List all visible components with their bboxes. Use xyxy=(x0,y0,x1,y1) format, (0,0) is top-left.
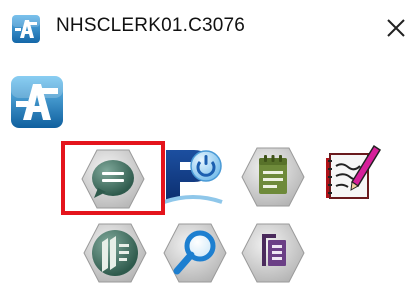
chat-tile[interactable] xyxy=(80,146,146,212)
notepad-icon xyxy=(241,147,305,207)
p-power-icon xyxy=(163,150,223,204)
page-stack-icon xyxy=(83,223,147,283)
document-stack-icon xyxy=(241,223,305,283)
chat-bubble-icon xyxy=(81,149,145,209)
close-icon xyxy=(387,19,405,37)
close-button[interactable] xyxy=(382,14,410,42)
window-title: NHSCLERK01.C3076 xyxy=(56,15,246,36)
notebook-pen-icon xyxy=(326,144,382,199)
title-bar: NHSCLERK01.C3076 xyxy=(0,0,414,56)
notepad-tile[interactable] xyxy=(240,144,306,210)
page-stack-tile[interactable] xyxy=(82,220,148,284)
launcher-window: NHSCLERK01.C3076 xyxy=(0,0,414,284)
app-a-icon xyxy=(11,14,41,44)
p-power-tile[interactable] xyxy=(160,142,226,208)
magnifier-icon xyxy=(163,223,227,283)
brand-a-logo xyxy=(9,74,65,130)
notebook-pen-tile[interactable] xyxy=(318,140,384,206)
search-tile[interactable] xyxy=(162,220,228,284)
document-stack-tile[interactable] xyxy=(240,220,306,284)
